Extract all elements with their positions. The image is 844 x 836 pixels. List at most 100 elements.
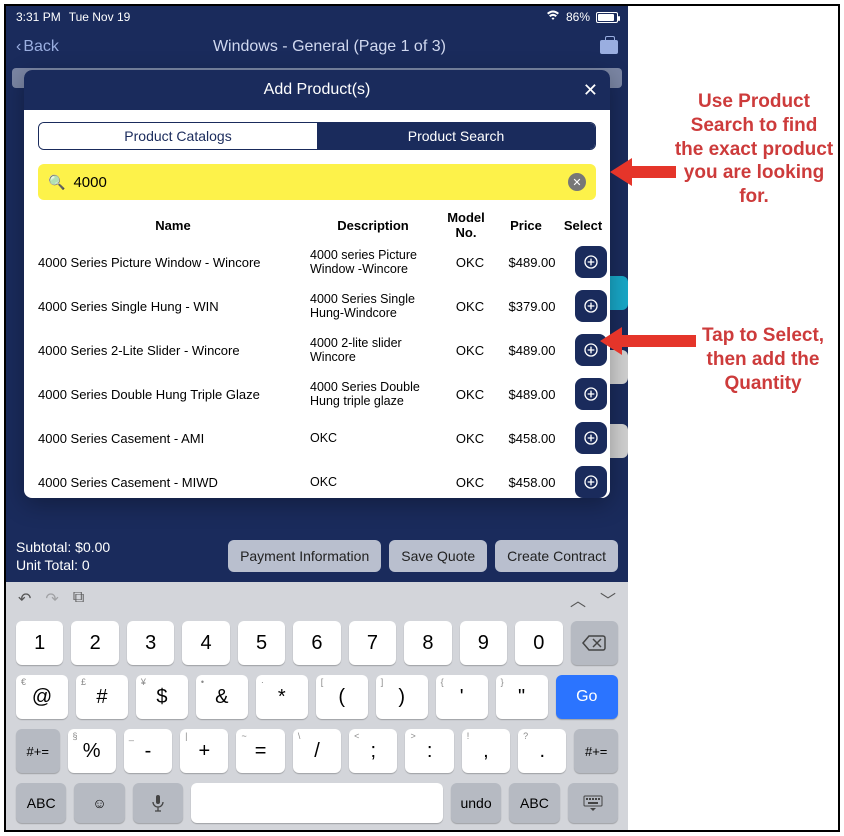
modal-title: Add Product(s)	[264, 81, 371, 99]
redo-icon[interactable]: ↷	[45, 589, 58, 609]
key-6[interactable]: 6	[293, 621, 340, 665]
cell-name: 4000 Series Double Hung Triple Glaze	[38, 387, 308, 402]
key-sym[interactable]: ?.	[518, 729, 566, 773]
tab-product-catalogs[interactable]: Product Catalogs	[39, 123, 317, 149]
table-header: Name Description Model No. Price Select	[24, 210, 610, 240]
key-undo[interactable]: undo	[451, 783, 501, 823]
col-select: Select	[558, 218, 608, 233]
col-description: Description	[308, 218, 438, 233]
back-label: Back	[23, 38, 59, 56]
cell-name: 4000 Series Picture Window - Wincore	[38, 255, 308, 270]
key-3[interactable]: 3	[127, 621, 174, 665]
search-icon: 🔍	[48, 174, 65, 191]
key-1[interactable]: 1	[16, 621, 63, 665]
key-sym[interactable]: •&	[196, 675, 248, 719]
cell-name: 4000 Series Casement - AMI	[38, 431, 308, 446]
key-go[interactable]: Go	[556, 675, 618, 719]
toolbox-icon[interactable]	[600, 40, 618, 54]
subtotal-label: Subtotal: $0.00	[16, 538, 110, 556]
add-product-button[interactable]	[575, 466, 607, 498]
keyboard-up-icon[interactable]: ︿	[570, 587, 586, 611]
back-button[interactable]: ‹ Back	[16, 38, 59, 56]
key-sym[interactable]: £#	[76, 675, 128, 719]
key-sym[interactable]: _-	[124, 729, 172, 773]
cell-name: 4000 Series Casement - MIWD	[38, 475, 308, 490]
key-sym[interactable]: }"	[496, 675, 548, 719]
col-price: Price	[494, 218, 558, 233]
table-row: 4000 Series Picture Window - Wincore4000…	[24, 240, 610, 284]
key-sym[interactable]: ~=	[236, 729, 284, 773]
add-product-button[interactable]	[575, 422, 607, 454]
col-name: Name	[38, 218, 308, 233]
undo-icon[interactable]: ↶	[18, 589, 31, 609]
key-sym[interactable]: ·*	[256, 675, 308, 719]
cell-name: 4000 Series 2-Lite Slider - Wincore	[38, 343, 308, 358]
chevron-left-icon: ‹	[16, 38, 21, 56]
add-products-modal: Add Product(s) ✕ Product Catalogs Produc…	[24, 70, 610, 498]
add-product-button[interactable]	[575, 246, 607, 278]
cell-description: 4000 2-lite slider Wincore	[310, 336, 440, 364]
key-sym[interactable]: ¥$	[136, 675, 188, 719]
unit-total-label: Unit Total: 0	[16, 556, 110, 574]
key-emoji[interactable]: ☺	[74, 783, 124, 823]
key-0[interactable]: 0	[515, 621, 562, 665]
cell-model: OKC	[442, 255, 498, 270]
key-sym[interactable]: <;	[349, 729, 397, 773]
create-contract-button[interactable]: Create Contract	[495, 540, 618, 572]
cell-price: $458.00	[500, 475, 564, 490]
key-sym[interactable]: >:	[405, 729, 453, 773]
cell-price: $379.00	[500, 299, 564, 314]
cell-model: OKC	[442, 431, 498, 446]
table-row: 4000 Series Double Hung Triple Glaze4000…	[24, 372, 610, 416]
key-dismiss-keyboard[interactable]	[568, 783, 618, 823]
add-product-button[interactable]	[575, 378, 607, 410]
key-abc-right[interactable]: ABC	[509, 783, 559, 823]
table-row: 4000 Series 2-Lite Slider - Wincore4000 …	[24, 328, 610, 372]
search-row: 🔍 ✕	[38, 164, 596, 200]
cell-description: OKC	[310, 475, 440, 489]
key-sym[interactable]: !,	[462, 729, 510, 773]
key-backspace[interactable]	[571, 621, 618, 665]
key-4[interactable]: 4	[182, 621, 229, 665]
cell-description: 4000 Series Double Hung triple glaze	[310, 380, 440, 408]
key-2[interactable]: 2	[71, 621, 118, 665]
status-time: 3:31 PM	[16, 10, 61, 24]
table-body[interactable]: 4000 Series Picture Window - Wincore 4000…	[24, 240, 610, 498]
key-sym[interactable]: \/	[293, 729, 341, 773]
cell-model: OKC	[442, 475, 498, 490]
tab-product-search[interactable]: Product Search	[317, 123, 595, 149]
annotation-select: Tap to Select, then add the Quantity	[698, 324, 828, 395]
key-sym[interactable]: [(	[316, 675, 368, 719]
clipboard-icon[interactable]: ⧉	[73, 589, 84, 609]
key-abc-left[interactable]: ABC	[16, 783, 66, 823]
cell-model: OKC	[442, 299, 498, 314]
cell-description: 4000 Series Single Hung-Windcore	[310, 292, 440, 320]
key-sym[interactable]: €@	[16, 675, 68, 719]
key-9[interactable]: 9	[460, 621, 507, 665]
key-7[interactable]: 7	[349, 621, 396, 665]
keyboard-down-icon[interactable]: ﹀	[600, 587, 616, 611]
clear-search-icon[interactable]: ✕	[568, 173, 586, 191]
add-product-button[interactable]	[575, 290, 607, 322]
cell-model: OKC	[442, 387, 498, 402]
key-sym[interactable]: ])	[376, 675, 428, 719]
annotation-search: Use Product Search to find the exact pro…	[674, 90, 834, 209]
key-sym[interactable]: |+	[180, 729, 228, 773]
key-space[interactable]	[191, 783, 443, 823]
key-mic[interactable]	[133, 783, 183, 823]
key-shift-symbols-left[interactable]: #+=	[16, 729, 60, 773]
key-sym[interactable]: {'	[436, 675, 488, 719]
key-8[interactable]: 8	[404, 621, 451, 665]
cell-description: OKC	[310, 431, 440, 445]
footer-bar: Subtotal: $0.00 Unit Total: 0 Payment In…	[6, 530, 628, 582]
table-row: 4000 Series Casement - AMIOKCOKC$458.00	[24, 416, 610, 460]
key-5[interactable]: 5	[238, 621, 285, 665]
search-input[interactable]	[73, 174, 560, 191]
close-icon[interactable]: ✕	[583, 80, 598, 101]
key-shift-symbols-right[interactable]: #+=	[574, 729, 618, 773]
cell-price: $458.00	[500, 431, 564, 446]
save-quote-button[interactable]: Save Quote	[389, 540, 487, 572]
payment-information-button[interactable]: Payment Information	[228, 540, 381, 572]
background-list-edges	[610, 276, 628, 498]
key-sym[interactable]: §%	[68, 729, 116, 773]
